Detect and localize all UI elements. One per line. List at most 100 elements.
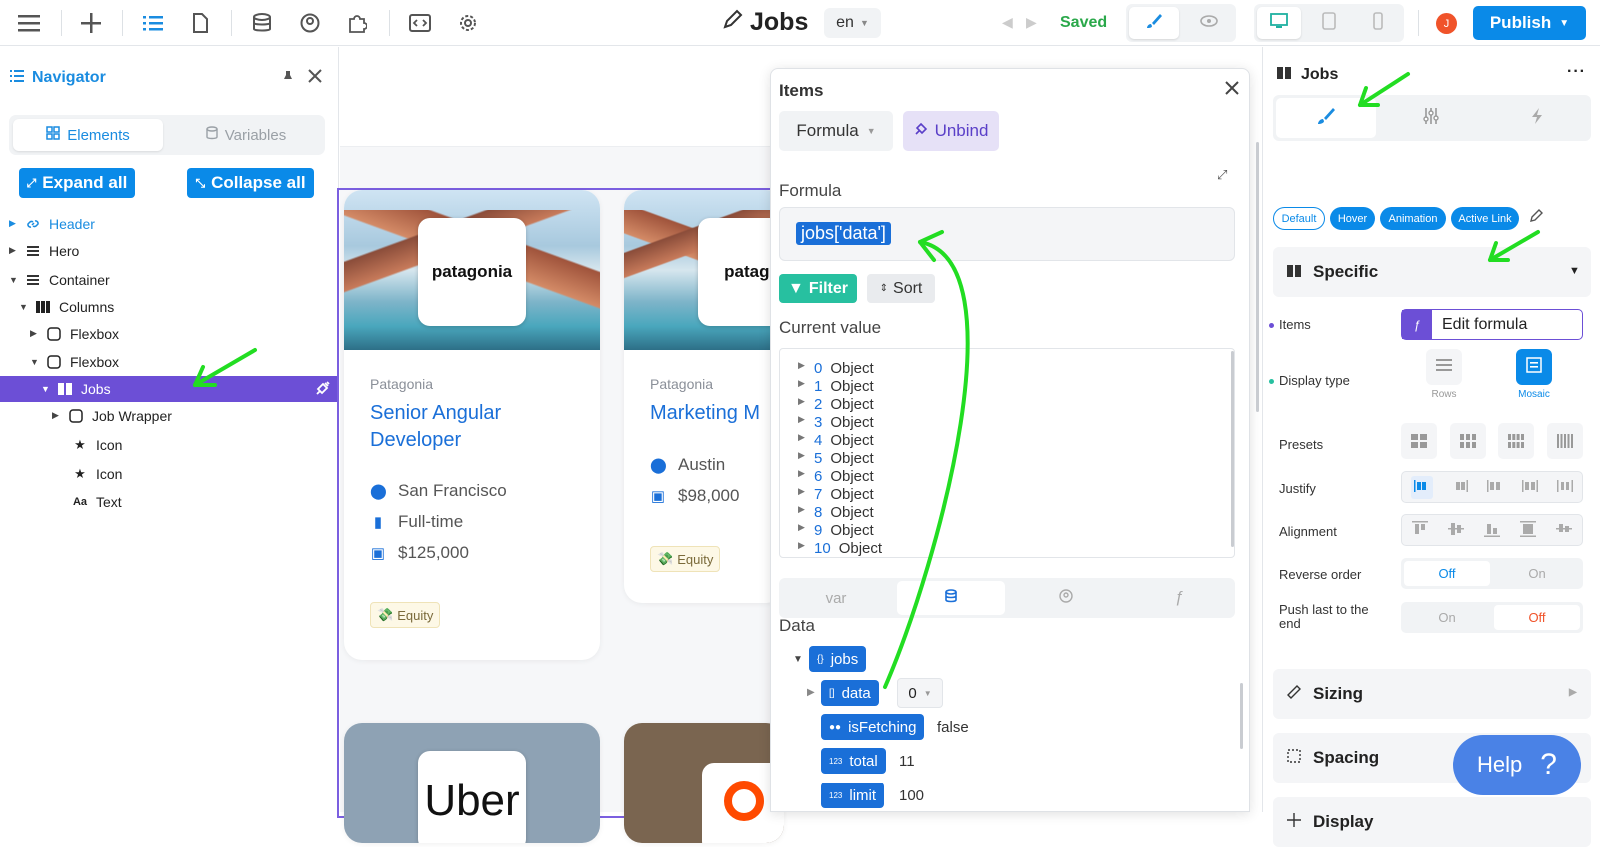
tab-functions[interactable]: ƒ (1123, 578, 1235, 618)
list-item[interactable]: ▶ 5 Object (798, 450, 874, 467)
close-icon[interactable] (307, 68, 323, 89)
caret-down-icon[interactable]: ▼ (41, 384, 51, 394)
justify-around-icon[interactable] (1556, 479, 1573, 495)
tree-item-flexbox[interactable]: ▶ Flexbox (0, 320, 339, 347)
mode-select[interactable]: Formula ▼ (779, 111, 893, 151)
list-icon[interactable] (139, 9, 167, 37)
state-default[interactable]: Default (1273, 207, 1325, 230)
job-title[interactable]: Marketing M (650, 400, 760, 427)
tab-style[interactable] (1276, 98, 1376, 138)
tablet-button[interactable] (1307, 7, 1351, 39)
add-icon[interactable] (77, 9, 105, 37)
expand-all-button[interactable]: ⤢ Expand all (19, 168, 135, 198)
tree-item-jobs[interactable]: ▼ Jobs (0, 376, 339, 402)
list-item[interactable]: ▶ 4 Object (798, 432, 874, 449)
tab-data[interactable] (897, 581, 1005, 615)
align-start-icon[interactable] (1412, 520, 1428, 540)
sort-button[interactable]: ⇕ Sort (867, 274, 935, 303)
scrollbar[interactable] (1231, 351, 1234, 547)
caret-down-icon[interactable]: ▼ (30, 357, 40, 367)
unbind-button[interactable]: Unbind (903, 111, 999, 151)
justify-end-icon[interactable] (1452, 479, 1469, 495)
data-node-data[interactable]: [] data (821, 680, 879, 706)
tab-workflows[interactable] (1487, 98, 1587, 138)
tab-variables[interactable]: Variables (171, 119, 321, 151)
menu-icon[interactable] (15, 9, 43, 37)
display-rows-button[interactable] (1426, 349, 1462, 385)
expand-icon[interactable]: ⤢ (1217, 167, 1227, 183)
tab-user[interactable] (1009, 578, 1123, 618)
justify-between-icon[interactable] (1521, 479, 1538, 495)
tree-item-text[interactable]: Aa Text (0, 488, 339, 515)
pencil-icon[interactable] (1529, 209, 1543, 228)
database-icon[interactable] (248, 9, 276, 37)
formula-editor[interactable]: jobs['data'] (779, 207, 1235, 261)
tree-item-icon[interactable]: ★ Icon (0, 460, 339, 487)
preset-3col-icon[interactable] (1449, 423, 1486, 459)
caret-right-icon[interactable]: ▶ (9, 245, 19, 256)
list-item[interactable]: ▶ 2 Object (798, 396, 874, 413)
redo-icon[interactable]: ▶ (1026, 14, 1037, 31)
list-item[interactable]: ▶ 3 Object (798, 414, 874, 431)
edit-formula-field[interactable]: ƒ Edit formula (1401, 309, 1583, 340)
preset-2col-icon[interactable] (1401, 423, 1437, 459)
align-center-icon[interactable] (1448, 521, 1464, 540)
tree-item-hero[interactable]: ▶ Hero (0, 237, 339, 264)
align-baseline-icon[interactable] (1556, 521, 1572, 540)
publish-button[interactable]: Publish ▼ (1473, 6, 1586, 40)
reverse-off-option[interactable]: Off (1404, 561, 1490, 586)
state-animation[interactable]: Animation (1380, 207, 1446, 230)
user-icon[interactable] (296, 9, 324, 37)
caret-down-icon[interactable]: ▼ (19, 302, 29, 312)
code-icon[interactable] (406, 9, 434, 37)
page-icon[interactable] (186, 9, 214, 37)
tree-item-header[interactable]: ▶ Header (0, 210, 339, 237)
scrollbar[interactable] (1256, 142, 1259, 412)
collapse-all-button[interactable]: ⤡ Collapse all (187, 168, 314, 198)
tree-item-columns[interactable]: ▼ Columns (0, 293, 339, 320)
list-item[interactable]: ▶ 8 Object (798, 504, 874, 521)
section-display[interactable]: Display (1273, 797, 1591, 847)
undo-icon[interactable]: ◀ (1002, 14, 1013, 31)
tab-settings[interactable] (1381, 98, 1481, 138)
justify-center-icon[interactable] (1486, 479, 1503, 495)
display-mosaic-button[interactable] (1516, 349, 1552, 385)
tree-item-icon[interactable]: ★ Icon (0, 431, 339, 458)
push-on-option[interactable]: On (1404, 605, 1490, 630)
pin-icon[interactable] (281, 69, 295, 90)
close-icon[interactable] (1224, 80, 1240, 101)
index-select[interactable]: 0 ▼ (897, 678, 943, 708)
justify-start-icon[interactable] (1411, 475, 1434, 499)
more-icon[interactable]: ··· (1567, 63, 1586, 81)
bind-icon[interactable] (314, 381, 330, 400)
data-node-isfetching[interactable]: ●● isFetching (821, 714, 925, 740)
caret-down-icon[interactable]: ▼ (9, 275, 19, 285)
filter-button[interactable]: ▼ Filter (779, 274, 857, 303)
section-sizing[interactable]: Sizing ▶ (1273, 669, 1591, 719)
list-item[interactable]: ▶ 6 Object (798, 468, 874, 485)
job-card[interactable]: Uber (344, 723, 600, 843)
job-title[interactable]: Senior Angular Developer (370, 400, 570, 454)
tree-item-job-wrapper[interactable]: ▶ Job Wrapper (0, 402, 339, 429)
formula-text[interactable]: jobs['data'] (796, 222, 891, 245)
reverse-on-option[interactable]: On (1494, 561, 1580, 586)
list-item[interactable]: ▶ 7 Object (798, 486, 874, 503)
preset-5col-icon[interactable] (1546, 423, 1583, 459)
job-card[interactable] (624, 723, 784, 843)
caret-right-icon[interactable]: ▶ (807, 687, 815, 698)
preview-mode-button[interactable] (1186, 7, 1232, 39)
list-item[interactable]: ▶ 9 Object (798, 522, 874, 539)
align-end-icon[interactable] (1484, 521, 1500, 540)
data-node-total[interactable]: 123 total (821, 748, 886, 774)
list-item[interactable]: ▶ 0 Object (798, 360, 874, 377)
page-title[interactable]: Jobs (722, 8, 808, 37)
caret-right-icon[interactable]: ▶ (52, 410, 62, 421)
mobile-button[interactable] (1356, 7, 1400, 39)
desktop-button[interactable] (1257, 7, 1301, 39)
push-off-option[interactable]: Off (1494, 605, 1580, 630)
language-select[interactable]: en ▼ (824, 8, 881, 38)
state-active-link[interactable]: Active Link (1451, 207, 1519, 230)
caret-right-icon[interactable]: ▶ (9, 218, 19, 229)
job-card[interactable]: patagonia Patagonia Senior Angular Devel… (344, 190, 600, 660)
plugin-icon[interactable] (343, 9, 371, 37)
